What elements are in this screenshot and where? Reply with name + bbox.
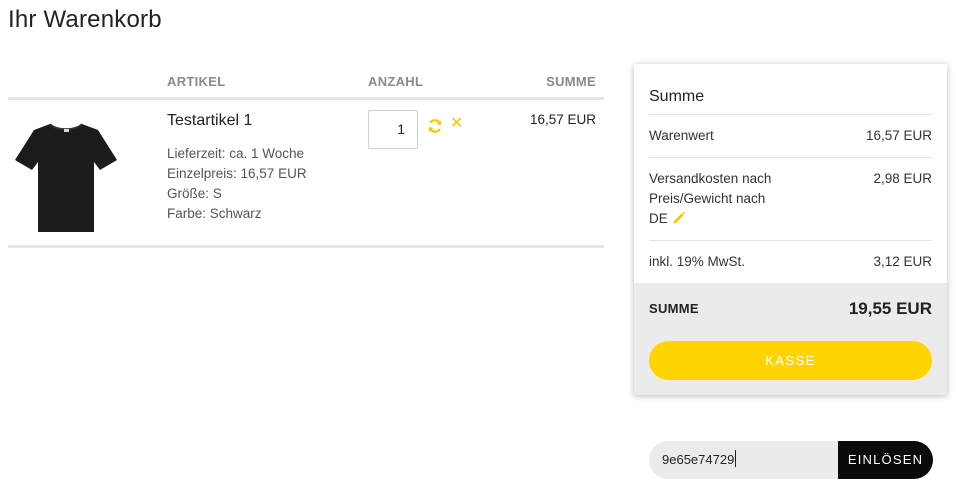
item-sum: 16,57 EUR <box>529 112 596 127</box>
refresh-icon[interactable] <box>427 118 443 134</box>
header-summe: SUMME <box>546 74 596 89</box>
product-meta: Lieferzeit: ca. 1 Woche Einzelpreis: 16,… <box>167 144 307 224</box>
cart-table: ARTIKEL ANZAHL SUMME Testartikel 1 Liefe… <box>8 66 604 248</box>
shipping-country: DE <box>649 211 668 226</box>
cart-header: ARTIKEL ANZAHL SUMME <box>8 66 604 100</box>
shipping-value: 2,98 EUR <box>873 171 932 186</box>
vat-value: 3,12 EUR <box>873 254 932 269</box>
product-unit-price: Einzelpreis: 16,57 EUR <box>167 166 307 181</box>
product-size: Größe: S <box>167 186 222 201</box>
product-delivery-time: Lieferzeit: ca. 1 Woche <box>167 146 305 161</box>
cart-item-row: Testartikel 1 Lieferzeit: ca. 1 Woche Ei… <box>8 100 604 248</box>
divider <box>649 240 932 241</box>
summary-title: Summe <box>649 88 705 105</box>
total-value: 19,55 EUR <box>848 299 932 318</box>
text-cursor <box>735 450 737 467</box>
quantity-input[interactable]: 1 <box>368 110 418 149</box>
warenwert-label: Warenwert <box>649 128 714 143</box>
header-artikel: ARTIKEL <box>167 74 226 89</box>
shipping-label-line: DE <box>649 209 771 229</box>
coupon-value: 9e65e74729 <box>662 452 735 467</box>
page-title: Ihr Warenkorb <box>8 6 162 33</box>
remove-item-icon[interactable]: ✕ <box>450 116 463 132</box>
header-anzahl: ANZAHL <box>368 74 424 89</box>
product-color: Farbe: Schwarz <box>167 206 262 221</box>
shipping-label-line: Preis/Gewicht nach <box>649 191 766 206</box>
coupon-input[interactable]: 9e65e74729 <box>649 441 839 479</box>
product-image-tshirt-icon[interactable] <box>14 118 118 234</box>
divider <box>649 114 932 115</box>
total-section: SUMME 19,55 EUR KASSE <box>634 283 947 395</box>
order-summary-panel: Summe Warenwert 16,57 EUR Versandkosten … <box>634 64 947 395</box>
shipping-label: Versandkosten nach Preis/Gewicht nach DE <box>649 169 771 229</box>
total-label: SUMME <box>649 301 699 316</box>
vat-label: inkl. 19% MwSt. <box>649 254 746 269</box>
product-name[interactable]: Testartikel 1 <box>167 112 252 130</box>
warenwert-value: 16,57 EUR <box>865 128 932 143</box>
coupon-form: 9e65e74729 EINLÖSEN <box>649 441 933 479</box>
redeem-button[interactable]: EINLÖSEN <box>838 441 933 479</box>
edit-pencil-icon[interactable] <box>672 211 686 225</box>
shipping-label-line: Versandkosten nach <box>649 171 772 186</box>
divider <box>649 157 932 158</box>
checkout-button[interactable]: KASSE <box>649 341 932 380</box>
